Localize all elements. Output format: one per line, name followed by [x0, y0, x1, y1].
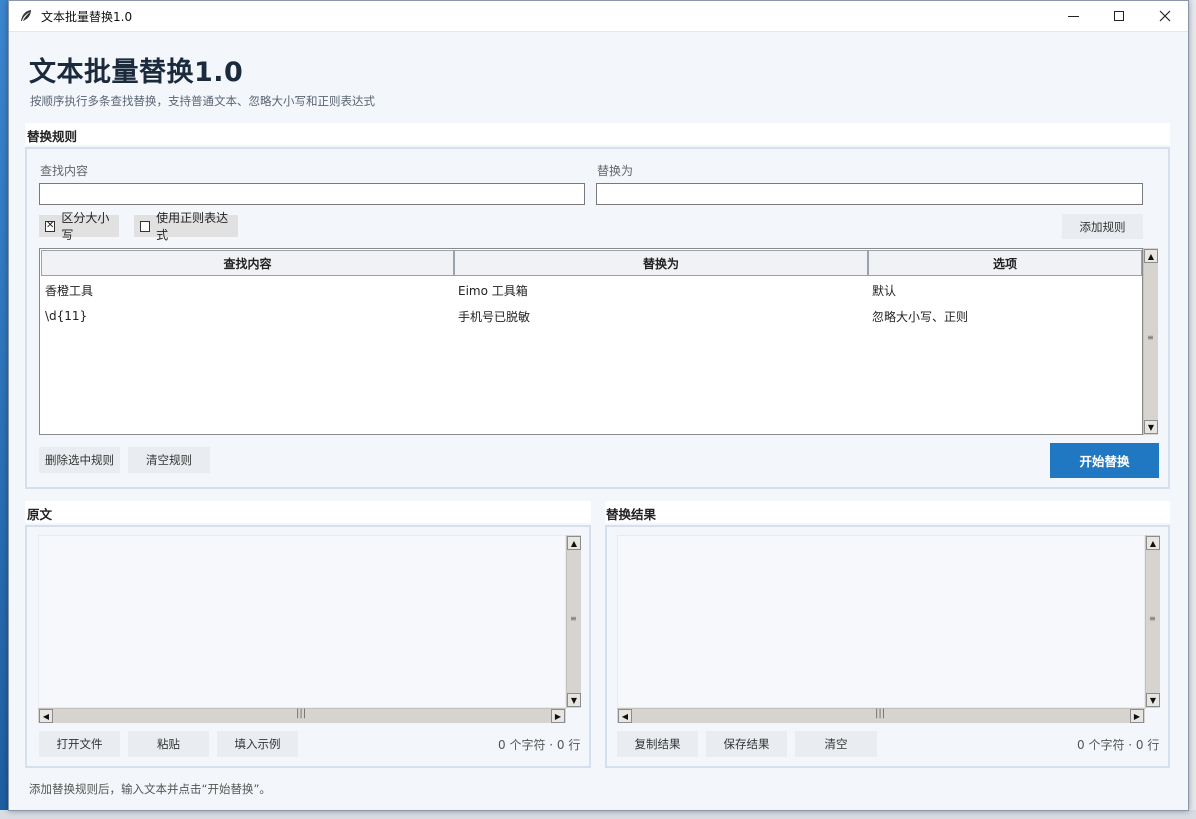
arrow-down-icon[interactable]: ▼	[1144, 420, 1158, 434]
result-textarea[interactable]	[617, 535, 1145, 708]
column-header-replace[interactable]: 替换为	[454, 250, 868, 276]
result-vertical-scrollbar[interactable]: ▲ ≡ ▼	[1145, 535, 1160, 708]
add-rule-button[interactable]: 添加规则	[1062, 214, 1143, 239]
save-result-button[interactable]: 保存结果	[706, 731, 787, 757]
maximize-icon	[1114, 11, 1124, 21]
arrow-down-icon[interactable]: ▼	[1146, 693, 1160, 707]
arrow-left-icon[interactable]: ◀	[39, 709, 53, 723]
result-label-bar	[605, 501, 1170, 523]
checkmark-icon: ✕	[45, 220, 56, 232]
find-field-label: 查找内容	[40, 164, 89, 178]
fill-example-button[interactable]: 填入示例	[217, 731, 298, 757]
regex-checkbox[interactable]: 使用正则表达式	[134, 211, 238, 242]
source-panel-label: 原文	[27, 507, 53, 522]
column-header-find[interactable]: 查找内容	[41, 250, 454, 276]
page-subtitle: 按顺序执行多条查找替换，支持普通文本、忽略大小写和正则表达式	[30, 94, 375, 108]
maximize-button[interactable]	[1096, 1, 1142, 32]
column-header-options[interactable]: 选项	[868, 250, 1142, 276]
arrow-right-icon[interactable]: ▶	[551, 709, 565, 723]
table-row[interactable]: \d{11} 手机号已脱敏 忽略大小写、正则	[44, 305, 1142, 327]
rules-table[interactable]: 查找内容 替换为 选项 香橙工具 Eimo 工具箱 默认 \d{11} 手机号已…	[39, 248, 1143, 435]
feather-icon	[19, 9, 33, 23]
delete-selected-rule-button[interactable]: 删除选中规则	[39, 447, 120, 473]
cell-options: 默认	[872, 283, 897, 298]
find-input[interactable]	[39, 183, 585, 205]
result-panel-label: 替换结果	[606, 507, 657, 522]
replace-input[interactable]	[596, 183, 1143, 205]
scrollbar-grip[interactable]: ≡	[1147, 334, 1154, 342]
cell-find: 香橙工具	[45, 283, 94, 298]
clear-rules-button[interactable]: 清空规则	[128, 447, 210, 473]
copy-result-button[interactable]: 复制结果	[617, 731, 698, 757]
start-replace-button[interactable]: 开始替换	[1050, 443, 1159, 478]
scrollbar-grip[interactable]: |||	[296, 709, 306, 719]
result-char-count: 0 个字符 · 0 行	[1077, 738, 1160, 752]
paste-button[interactable]: 粘贴	[128, 731, 209, 757]
regex-label: 使用正则表达式	[156, 211, 229, 242]
close-icon	[1159, 10, 1171, 22]
cell-replace: 手机号已脱敏	[458, 309, 531, 324]
case-sensitive-checkbox[interactable]: ✕ 区分大小写	[39, 211, 119, 242]
source-label-bar	[25, 501, 591, 523]
scrollbar-grip[interactable]: ≡	[1149, 615, 1156, 623]
status-bar: 添加替换规则后，输入文本并点击“开始替换”。	[29, 782, 271, 796]
source-textarea[interactable]	[38, 535, 566, 708]
source-vertical-scrollbar[interactable]: ▲ ≡ ▼	[566, 535, 581, 708]
scrollbar-grip[interactable]: |||	[875, 709, 885, 719]
title-bar: 文本批量替换1.0	[9, 1, 1188, 32]
cell-find: \d{11}	[45, 309, 88, 323]
arrow-left-icon[interactable]: ◀	[618, 709, 632, 723]
page-title: 文本批量替换1.0	[29, 57, 244, 88]
desktop-taskbar-edge	[0, 810, 1196, 819]
arrow-up-icon[interactable]: ▲	[1144, 249, 1158, 263]
arrow-right-icon[interactable]: ▶	[1130, 709, 1144, 723]
window-title: 文本批量替换1.0	[41, 9, 133, 24]
checkbox-empty-icon	[140, 220, 151, 232]
result-horizontal-scrollbar[interactable]: ◀ ||| ▶	[617, 708, 1145, 723]
case-sensitive-label: 区分大小写	[61, 211, 110, 242]
app-window: 文本批量替换1.0 文本批量替换1.0 按顺序执行多条查找替换，支持普通文本、忽…	[8, 0, 1189, 811]
scrollbar-grip[interactable]: ≡	[570, 615, 577, 623]
rules-panel-label: 替换规则	[27, 129, 78, 144]
close-button[interactable]	[1142, 1, 1188, 32]
clear-result-button[interactable]: 清空	[795, 731, 877, 757]
arrow-up-icon[interactable]: ▲	[567, 536, 581, 550]
minimize-button[interactable]	[1050, 1, 1096, 32]
arrow-down-icon[interactable]: ▼	[567, 693, 581, 707]
cell-replace: Eimo 工具箱	[458, 283, 528, 298]
rules-table-vertical-scrollbar[interactable]: ▲ ≡ ▼	[1143, 248, 1158, 435]
replace-field-label: 替换为	[597, 164, 634, 178]
cell-options: 忽略大小写、正则	[872, 309, 969, 324]
source-char-count: 0 个字符 · 0 行	[498, 738, 581, 752]
arrow-up-icon[interactable]: ▲	[1146, 536, 1160, 550]
open-file-button[interactable]: 打开文件	[39, 731, 120, 757]
source-horizontal-scrollbar[interactable]: ◀ ||| ▶	[38, 708, 566, 723]
minimize-icon	[1067, 15, 1079, 17]
table-row[interactable]: 香橙工具 Eimo 工具箱 默认	[44, 279, 1142, 301]
rules-label-bar	[25, 123, 1170, 145]
